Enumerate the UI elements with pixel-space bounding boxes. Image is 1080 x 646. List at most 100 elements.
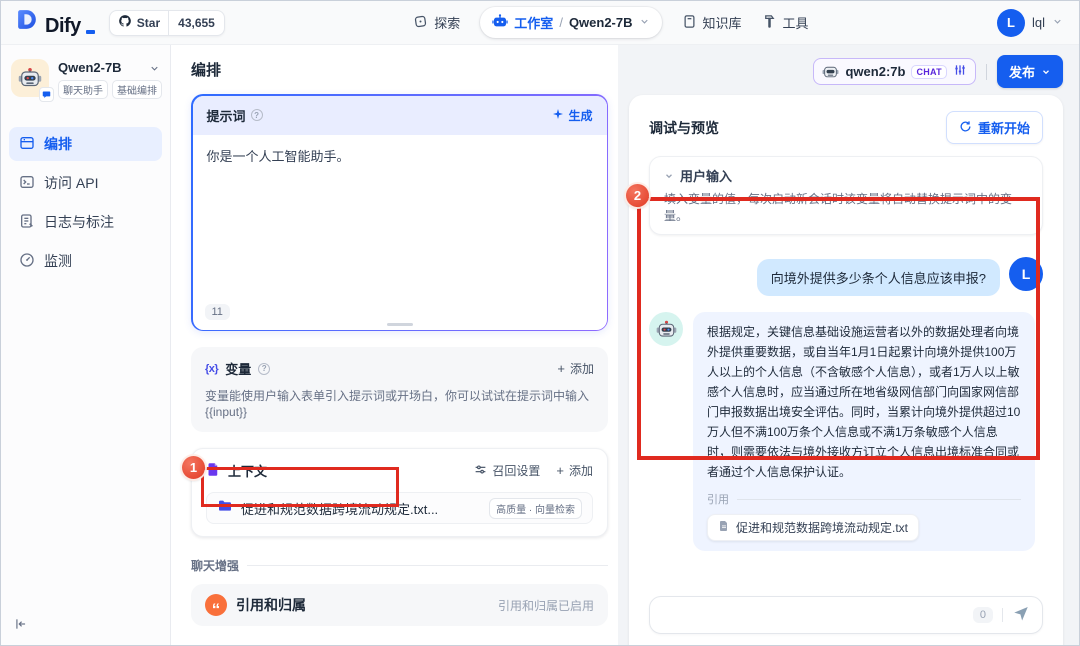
chevron-down-icon <box>1052 14 1063 32</box>
sidebar-item-label: 日志与标注 <box>44 212 114 232</box>
app-tag-orchestration: 基础编排 <box>112 80 162 99</box>
github-star-badge[interactable]: Star 43,655 <box>109 10 225 36</box>
sidebar-item-logs[interactable]: 日志与标注 <box>9 205 162 239</box>
add-variable-button[interactable]: + 添加 <box>557 360 594 377</box>
orchestrate-panel: 编排 提示词 ? 生成 <box>171 45 618 646</box>
chevron-down-icon <box>664 171 674 181</box>
sidebar-item-monitor[interactable]: 监测 <box>9 244 162 278</box>
publish-label: 发布 <box>1009 62 1035 81</box>
bot-message-row: 根据规定，关键信息基础设施运营者以外的数据处理者向境外提供重要数据，或自当年1月… <box>649 312 1043 551</box>
dify-app-window: Dify Star 43,655 探索 <box>0 0 1080 646</box>
annotation-step-2: 2 <box>626 184 649 207</box>
chat-area: 向境外提供多少条个人信息应该申报? L <box>649 257 1043 551</box>
quote-icon: “ <box>205 594 227 616</box>
citation-feature-status: 引用和归属已启用 <box>498 597 594 614</box>
divider <box>986 64 987 80</box>
restart-button[interactable]: 重新开始 <box>946 111 1043 144</box>
tools-icon <box>762 14 777 32</box>
explore-icon <box>413 14 428 32</box>
user-input-section: 用户输入 填入变量的值，每次启动新会话时该变量将自动替换提示词中的变量。 <box>649 156 1043 235</box>
star-count: 43,655 <box>168 11 224 35</box>
generate-label: 生成 <box>568 107 592 124</box>
sidebar-item-api[interactable]: 访问 API <box>9 166 162 200</box>
prompt-editor[interactable]: 你是一个人工智能助手。 <box>193 135 607 330</box>
nav-tools[interactable]: 工具 <box>762 13 809 32</box>
prompt-card: 提示词 ? 生成 你是一个人工智能助手。 11 <box>191 94 608 331</box>
chat-enhance-section-label: 聊天增强 <box>191 557 608 574</box>
sidebar-item-label: 访问 API <box>44 173 98 193</box>
chevron-down-icon[interactable] <box>149 61 160 79</box>
prompt-title: 提示词 <box>207 106 246 125</box>
citation-section-label: 引用 <box>707 491 1021 507</box>
variables-description: 变量能使用户输入表单引入提示词或开场白，你可以试试在提示词中输入 {{input… <box>205 388 594 420</box>
top-bar: Dify Star 43,655 探索 <box>1 1 1079 45</box>
sidebar-item-label: 监测 <box>44 251 72 271</box>
collapse-sidebar-icon[interactable] <box>14 617 28 636</box>
logs-icon <box>19 213 35 232</box>
user-input-toggle[interactable]: 用户输入 <box>664 166 1028 185</box>
prompt-char-count: 11 <box>205 304 230 320</box>
nav-knowledge-label: 知识库 <box>703 13 742 32</box>
recall-settings-button[interactable]: 召回设置 <box>474 462 540 479</box>
file-icon <box>718 520 730 535</box>
dify-logo-icon <box>15 8 40 38</box>
bot-message-bubble: 根据规定，关键信息基础设施运营者以外的数据处理者向境外提供重要数据，或自当年1月… <box>693 312 1035 551</box>
divider <box>1002 608 1003 622</box>
user-avatar[interactable]: L <box>997 9 1025 37</box>
add-context-button[interactable]: + 添加 <box>556 462 593 479</box>
user-input-description: 填入变量的值，每次启动新会话时该变量将自动替换提示词中的变量。 <box>664 190 1028 224</box>
recall-icon <box>474 463 487 479</box>
context-icon <box>206 462 221 480</box>
variables-card: {x} 变量 ? + 添加 变量能使用户输入表单引入提示词或开场白，你可以试试在… <box>191 347 608 432</box>
nav-explore[interactable]: 探索 <box>413 13 460 32</box>
plus-icon: + <box>557 364 565 374</box>
publish-button[interactable]: 发布 <box>997 55 1063 88</box>
account-menu[interactable]: L lql <box>997 9 1063 37</box>
nav-knowledge[interactable]: 知识库 <box>682 13 742 32</box>
nav-explore-label: 探索 <box>434 13 460 32</box>
add-variable-label: 添加 <box>570 360 594 377</box>
variables-icon: {x} <box>205 363 218 375</box>
plus-icon: + <box>556 466 564 476</box>
recall-settings-label: 召回设置 <box>492 462 540 479</box>
user-message-bubble: 向境外提供多少条个人信息应该申报? <box>757 259 1000 296</box>
citation-file-pill[interactable]: 促进和规范数据跨境流动规定.txt <box>707 514 919 541</box>
sidebar-item-orchestrate[interactable]: 编排 <box>9 127 162 161</box>
bot-avatar <box>649 312 683 346</box>
add-context-label: 添加 <box>569 462 593 479</box>
resize-handle[interactable] <box>387 323 413 326</box>
monitor-icon <box>19 252 35 271</box>
help-icon[interactable]: ? <box>258 363 270 375</box>
tune-icon[interactable] <box>953 63 967 80</box>
chat-input[interactable]: 0 <box>649 596 1043 634</box>
send-icon[interactable] <box>1012 604 1030 627</box>
nav-studio-label[interactable]: 工作室 <box>514 13 553 32</box>
model-selector[interactable]: qwen2:7b CHAT <box>813 58 976 85</box>
sidebar-item-label: 编排 <box>44 134 72 154</box>
studio-robot-icon <box>492 13 508 32</box>
help-icon[interactable]: ? <box>251 109 263 121</box>
nav-studio-app-pill[interactable]: 工作室 / Qwen2-7B <box>480 7 661 38</box>
model-robot-icon <box>822 63 839 80</box>
chevron-down-icon <box>639 15 650 30</box>
debug-panel: qwen2:7b CHAT 发布 调试与预览 <box>618 45 1079 646</box>
model-name: qwen2:7b <box>845 64 905 79</box>
input-char-count: 0 <box>973 607 993 623</box>
annotation-step-1: 1 <box>182 456 205 479</box>
refresh-icon <box>959 120 972 136</box>
github-icon <box>118 14 132 31</box>
dataset-file-name: 促进和规范数据跨境流动规定.txt... <box>241 499 481 518</box>
dify-logo[interactable]: Dify <box>15 8 95 38</box>
context-dataset-row[interactable]: 促进和规范数据跨境流动规定.txt... 高质量 · 向量检索 <box>206 492 593 524</box>
app-sidebar: Qwen2-7B 聊天助手 基础编排 编排 <box>1 45 171 646</box>
generate-button[interactable]: 生成 <box>552 107 592 124</box>
citation-feature-title: 引用和归属 <box>236 595 306 615</box>
user-message-row: 向境外提供多少条个人信息应该申报? L <box>649 257 1043 296</box>
star-label: Star <box>137 16 160 30</box>
robot-emoji-icon <box>656 319 677 340</box>
nav-current-app[interactable]: Qwen2-7B <box>569 15 633 30</box>
variables-title: 变量 <box>225 359 251 378</box>
bot-message-text: 根据规定，关键信息基础设施运营者以外的数据处理者向境外提供重要数据，或自当年1月… <box>707 322 1021 482</box>
app-info-card[interactable]: Qwen2-7B 聊天助手 基础编排 <box>9 57 162 101</box>
model-mode-badge: CHAT <box>911 65 947 79</box>
